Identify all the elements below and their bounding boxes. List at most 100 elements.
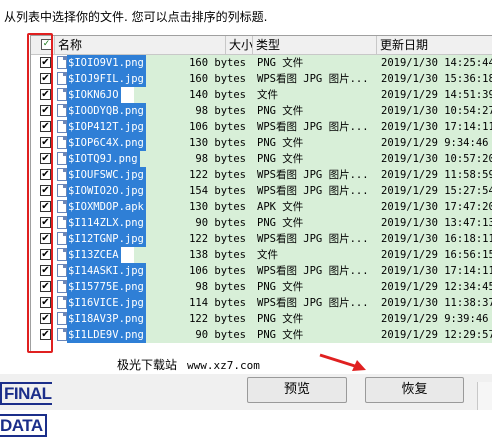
table-row[interactable]: ✔ $I16VICE.jpg 114 bytes WPS看图 JPG 图片... 201… <box>31 295 492 311</box>
file-date: 2019/1/30 11:38:37 <box>381 297 492 309</box>
file-size: 90 bytes <box>195 329 246 341</box>
column-header-name[interactable]: 名称 <box>55 36 226 54</box>
table-row[interactable]: ✔ $IOP6C4X.png 130 bytes PNG 文件 2019/1/29 9:… <box>31 135 492 151</box>
column-header-type[interactable]: 类型 <box>253 36 377 54</box>
table-row[interactable]: ✔ $I114ZLX.png 90 bytes PNG 文件 2019/1/30 13:… <box>31 215 492 231</box>
file-icon <box>57 184 67 197</box>
table-row[interactable]: ✔ $IOODYQB.png 98 bytes PNG 文件 2019/1/30 10:… <box>31 103 492 119</box>
file-name: $IOP412T.jpg <box>67 119 146 135</box>
file-size: 160 bytes <box>189 73 246 85</box>
file-type: 文件 <box>257 249 278 261</box>
table-row[interactable]: ✔ $IOXMDOP.apk 130 bytes APK 文件 2019/1/30 17… <box>31 199 492 215</box>
file-size: 98 bytes <box>195 105 246 117</box>
preview-button[interactable]: 预览 <box>247 377 347 403</box>
file-type: WPS看图 JPG 图片... <box>257 265 369 277</box>
file-type: WPS看图 JPG 图片... <box>257 73 369 85</box>
file-icon <box>57 56 67 69</box>
file-icon <box>57 88 67 101</box>
file-date: 2019/1/30 17:14:11 <box>381 121 492 133</box>
file-name: $I16VICE.jpg <box>67 295 146 311</box>
checkbox-highlight-annotation <box>27 33 53 353</box>
file-type: PNG 文件 <box>257 329 304 341</box>
file-type: PNG 文件 <box>257 57 304 69</box>
file-size: 160 bytes <box>189 57 246 69</box>
file-type: WPS看图 JPG 图片... <box>257 121 369 133</box>
file-type: PNG 文件 <box>257 153 304 165</box>
file-icon <box>57 120 67 133</box>
file-date: 2019/1/30 15:36:18 <box>381 73 492 85</box>
column-header-date[interactable]: 更新日期 <box>377 36 492 54</box>
file-date: 2019/1/29 16:56:15 <box>381 249 492 261</box>
file-name: $I13ZCEA <box>67 247 121 263</box>
file-icon <box>57 264 67 277</box>
table-row[interactable]: ✔ $IOJ9FIL.jpg 160 bytes WPS看图 JPG 图片... 201… <box>31 71 492 87</box>
file-icon <box>57 328 67 341</box>
file-size: 106 bytes <box>189 265 246 277</box>
file-date: 2019/1/29 11:58:59 <box>381 169 492 181</box>
table-row[interactable]: ✔ $I18AV3P.png 122 bytes PNG 文件 2019/1/29 9:… <box>31 311 492 327</box>
file-type: PNG 文件 <box>257 105 304 117</box>
file-name: $IOTQ9J.png <box>67 151 140 167</box>
file-icon <box>57 104 67 117</box>
file-name: $IOWIO2O.jpg <box>67 183 146 199</box>
file-name: $I18AV3P.png <box>67 311 146 327</box>
file-date: 2019/1/29 15:27:54 <box>381 185 492 197</box>
file-date: 2019/1/30 10:54:27 <box>381 105 492 117</box>
file-icon <box>57 296 67 309</box>
file-name: $I1LDE9V.png <box>67 327 146 343</box>
file-size: 90 bytes <box>195 217 246 229</box>
file-name: $IOJ9FIL.jpg <box>67 71 146 87</box>
corner-panel <box>477 382 492 410</box>
file-icon <box>57 248 67 261</box>
file-icon <box>57 136 67 149</box>
list-header: ✓ 名称 大小 类型 更新日期 <box>31 36 492 55</box>
file-size: 130 bytes <box>189 201 246 213</box>
file-icon <box>57 152 67 165</box>
file-icon <box>57 232 67 245</box>
file-list[interactable]: ✓ 名称 大小 类型 更新日期 ✔ $IOIO9V1.png 160 bytes PN… <box>30 35 492 351</box>
table-row[interactable]: ✔ $I15775E.png 98 bytes PNG 文件 2019/1/29 12:… <box>31 279 492 295</box>
file-date: 2019/1/29 12:29:57 <box>381 329 492 341</box>
file-type: PNG 文件 <box>257 281 304 293</box>
table-row[interactable]: ✔ $IOIO9V1.png 160 bytes PNG 文件 2019/1/30 14… <box>31 55 492 71</box>
restore-button[interactable]: 恢复 <box>365 377 464 403</box>
instruction-text: 从列表中选择你的文件. 您可以点击排序的列标题. <box>4 10 268 24</box>
file-date: 2019/1/29 14:51:39 <box>381 89 492 101</box>
file-size: 138 bytes <box>189 249 246 261</box>
file-name: $I14ASKI.jpg <box>67 263 146 279</box>
file-size: 122 bytes <box>189 169 246 181</box>
file-size: 98 bytes <box>195 153 246 165</box>
table-row[interactable]: ✔ $IOTQ9J.png 98 bytes PNG 文件 2019/1/30 10:5… <box>31 151 492 167</box>
file-type: WPS看图 JPG 图片... <box>257 297 369 309</box>
file-icon <box>57 72 67 85</box>
file-name: $IOODYQB.png <box>67 103 146 119</box>
file-name: $I15775E.png <box>67 279 146 295</box>
table-row[interactable]: ✔ $IOWIO2O.jpg 154 bytes WPS看图 JPG 图片... 201… <box>31 183 492 199</box>
file-type: WPS看图 JPG 图片... <box>257 169 369 181</box>
file-type: WPS看图 JPG 图片... <box>257 233 369 245</box>
file-date: 2019/1/30 16:18:11 <box>381 233 492 245</box>
file-name: $IOUFSWC.jpg <box>67 167 146 183</box>
file-date: 2019/1/30 14:25:44 <box>381 57 492 69</box>
file-name: $I12TGNP.jpg <box>67 231 146 247</box>
table-row[interactable]: ✔ $I12TGNP.jpg 122 bytes WPS看图 JPG 图片... 201… <box>31 231 492 247</box>
table-row[interactable]: ✔ $IOKN6JO 140 bytes 文件 2019/1/29 14:51:39 <box>31 87 492 103</box>
file-size: 106 bytes <box>189 121 246 133</box>
file-name: $I114ZLX.png <box>67 215 146 231</box>
file-date: 2019/1/30 13:47:13 <box>381 217 492 229</box>
file-name: $IOKN6JO <box>67 87 121 103</box>
file-date: 2019/1/30 17:14:11 <box>381 265 492 277</box>
table-row[interactable]: ✔ $I14ASKI.jpg 106 bytes WPS看图 JPG 图片... 201… <box>31 263 492 279</box>
column-header-size[interactable]: 大小 <box>226 36 253 54</box>
watermark-url: www.xz7.com <box>187 359 260 372</box>
table-row[interactable]: ✔ $IOUFSWC.jpg 122 bytes WPS看图 JPG 图片... 201… <box>31 167 492 183</box>
table-row[interactable]: ✔ $I13ZCEA 138 bytes 文件 2019/1/29 16:56:15 <box>31 247 492 263</box>
file-size: 140 bytes <box>189 89 246 101</box>
table-row[interactable]: ✔ $I1LDE9V.png 90 bytes PNG 文件 2019/1/29 12:… <box>31 327 492 343</box>
file-type: 文件 <box>257 89 278 101</box>
file-date: 2019/1/29 12:34:45 <box>381 281 492 293</box>
table-row[interactable]: ✔ $IOP412T.jpg 106 bytes WPS看图 JPG 图片... 201… <box>31 119 492 135</box>
file-type: PNG 文件 <box>257 217 304 229</box>
file-date: 2019/1/29 9:34:46 <box>381 137 489 149</box>
file-size: 154 bytes <box>189 185 246 197</box>
